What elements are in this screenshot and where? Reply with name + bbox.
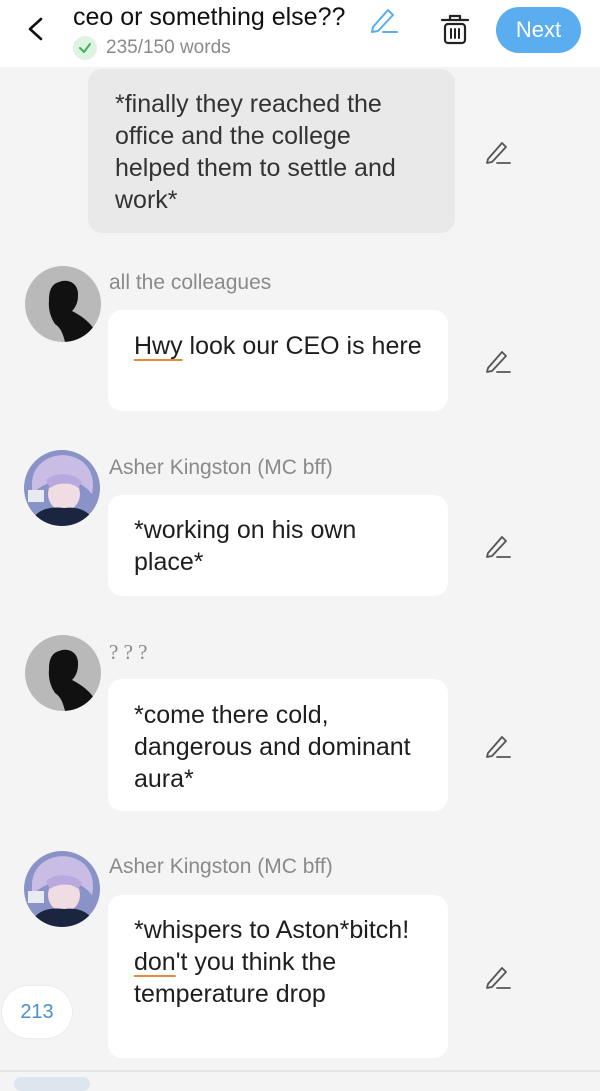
character-name: all the colleagues [109, 271, 272, 294]
character-name: ? ? ? [109, 640, 148, 664]
edit-pencil-icon[interactable] [484, 137, 512, 165]
dialogue-bubble[interactable]: *come there cold, dangerous and dominant… [108, 679, 448, 811]
dialogue-bubble[interactable]: *working on his own place* [108, 495, 448, 596]
bottom-toolbar-edge [14, 1077, 90, 1091]
story-title[interactable]: ceo or something else?? [73, 3, 345, 32]
edit-pencil-icon[interactable] [484, 531, 512, 559]
dialogue-bubble[interactable]: Hwy look our CEO is here [108, 310, 448, 411]
dialogue-text: *whispers to Aston*bitch! [134, 916, 410, 944]
pencil-icon[interactable] [368, 5, 398, 33]
back-arrow-icon[interactable] [22, 14, 52, 44]
edit-pencil-icon[interactable] [484, 346, 512, 374]
edit-pencil-icon[interactable] [484, 962, 512, 990]
anime-character-avatar[interactable] [24, 851, 100, 927]
character-name: Asher Kingston (MC bff) [109, 456, 333, 479]
next-button[interactable]: Next [496, 7, 581, 53]
narration-bubble[interactable]: *finally they reached the office and the… [88, 69, 455, 233]
misspelled-word: don [134, 948, 176, 976]
word-count: 235/150 words [106, 37, 231, 58]
dialogue-bubble[interactable]: *whispers to Aston*bitch! don't you thin… [108, 895, 448, 1058]
message-counter[interactable]: 213 [2, 986, 72, 1038]
misspelled-word: Hwy [134, 332, 183, 360]
editor-header: ceo or something else?? 235/150 words Ne… [0, 0, 600, 67]
dialogue-text: look our CEO is here [182, 332, 422, 360]
character-name: Asher Kingston (MC bff) [109, 855, 333, 878]
anime-character-avatar[interactable] [24, 450, 100, 526]
silhouette-avatar[interactable] [25, 266, 101, 342]
silhouette-avatar[interactable] [25, 635, 101, 711]
trash-icon[interactable] [439, 12, 471, 46]
check-icon [73, 36, 97, 60]
word-count-row: 235/150 words [73, 36, 231, 60]
edit-pencil-icon[interactable] [484, 731, 512, 759]
divider [0, 1070, 600, 1072]
